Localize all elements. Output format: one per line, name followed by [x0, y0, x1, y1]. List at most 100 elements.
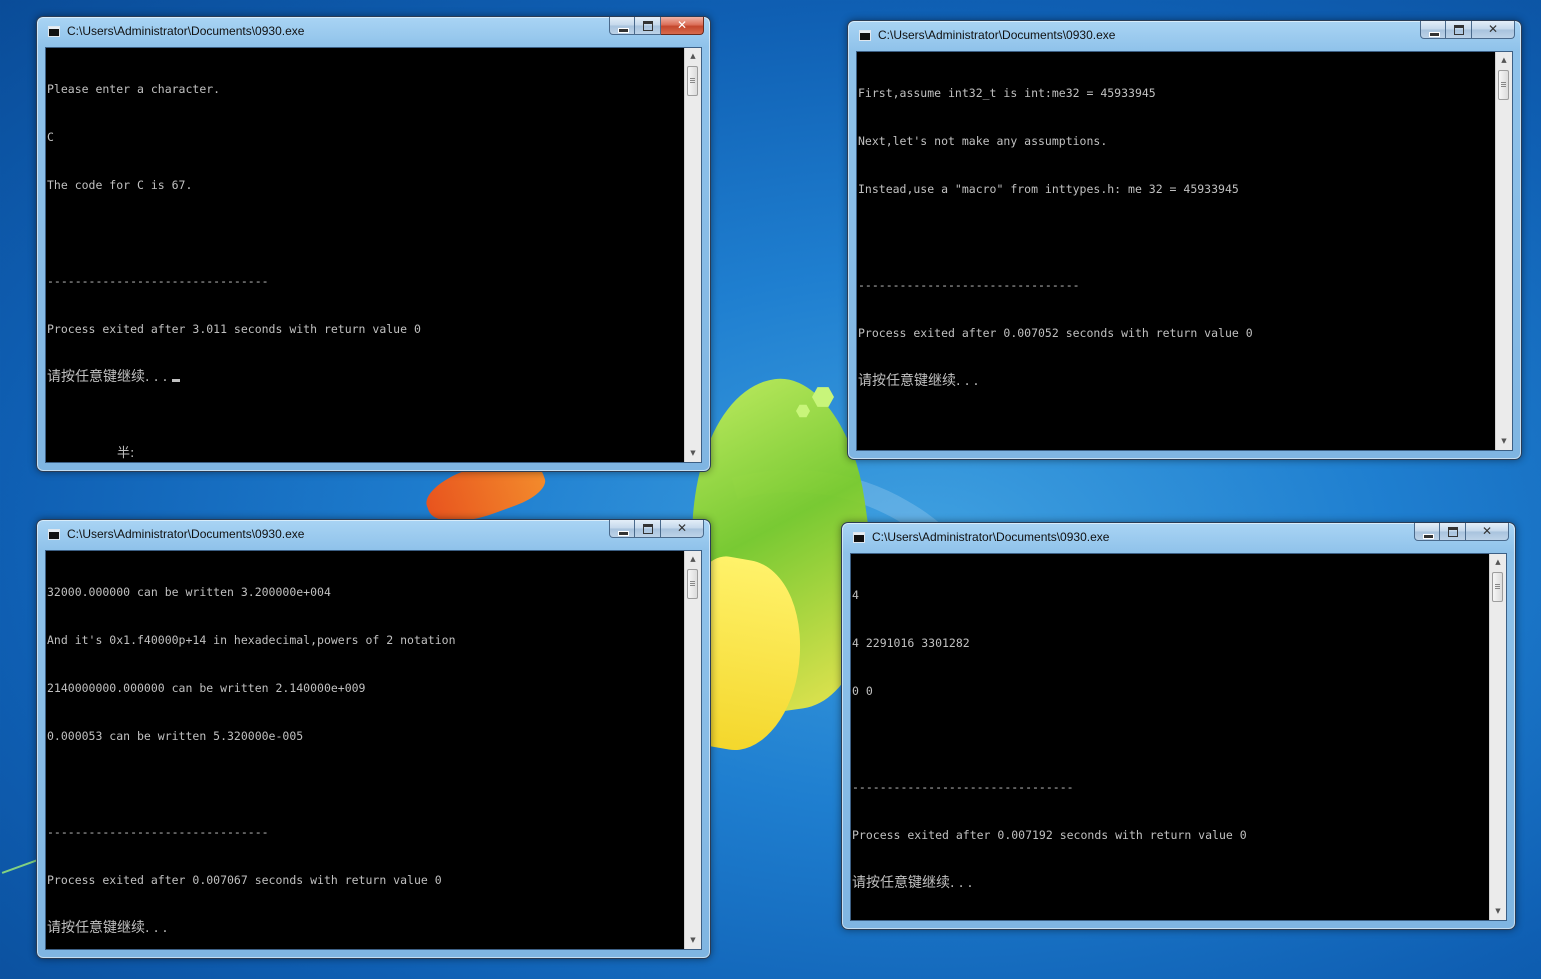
vertical-scrollbar[interactable]: ▲ ▼ [684, 551, 701, 949]
console-window[interactable]: C:\Users\Administrator\Documents\0930.ex… [841, 522, 1516, 930]
title-bar[interactable]: C:\Users\Administrator\Documents\0930.ex… [842, 523, 1515, 553]
console-window[interactable]: C:\Users\Administrator\Documents\0930.ex… [36, 519, 711, 959]
window-title: C:\Users\Administrator\Documents\0930.ex… [872, 530, 1110, 544]
scroll-up-arrow-icon[interactable]: ▲ [685, 48, 701, 65]
maximize-icon [643, 21, 653, 31]
console-window[interactable]: C:\Users\Administrator\Documents\0930.ex… [36, 16, 711, 472]
minimize-button[interactable] [1420, 21, 1446, 39]
console-app-icon[interactable] [48, 26, 60, 37]
maximize-icon [1454, 25, 1464, 35]
console-line: Process exited after 0.007192 seconds wi… [852, 828, 1247, 842]
minimize-icon [618, 28, 629, 33]
window-title: C:\Users\Administrator\Documents\0930.ex… [67, 24, 305, 38]
console-output-area[interactable]: First,assume int32_t is int:me32 = 45933… [856, 51, 1513, 451]
maximize-icon [643, 524, 653, 534]
console-line: 0 0 [852, 684, 873, 698]
window-controls: ✕ [1414, 523, 1509, 541]
console-line: First,assume int32_t is int:me32 = 45933… [858, 86, 1156, 100]
console-window[interactable]: C:\Users\Administrator\Documents\0930.ex… [847, 20, 1522, 460]
console-output-area[interactable]: Please enter a character. C The code for… [45, 47, 702, 463]
vertical-scrollbar[interactable]: ▲ ▼ [1495, 52, 1512, 450]
console-line: Instead,use a "macro" from inttypes.h: m… [858, 182, 1239, 196]
scroll-down-arrow-icon[interactable]: ▼ [1496, 433, 1512, 450]
console-output-area[interactable]: 4 4 2291016 3301282 0 0 ----------------… [850, 553, 1507, 921]
scroll-down-arrow-icon[interactable]: ▼ [685, 445, 701, 462]
scroll-down-arrow-icon[interactable]: ▼ [1490, 903, 1506, 920]
scroll-thumb[interactable] [687, 569, 698, 599]
window-controls: ✕ [1420, 21, 1515, 39]
console-line: Process exited after 0.007052 seconds wi… [858, 326, 1253, 340]
console-separator: -------------------------------- [47, 825, 269, 839]
maximize-button[interactable] [1440, 523, 1466, 541]
scroll-thumb[interactable] [1492, 572, 1503, 602]
wallpaper-hexagon [796, 404, 810, 418]
window-title: C:\Users\Administrator\Documents\0930.ex… [67, 527, 305, 541]
window-controls: ✕ [609, 17, 704, 35]
minimize-button[interactable] [609, 17, 635, 35]
console-line: 2140000000.000000 can be written 2.14000… [47, 681, 366, 695]
maximize-button[interactable] [635, 17, 661, 35]
minimize-icon [618, 531, 629, 536]
scroll-thumb[interactable] [687, 66, 698, 96]
continue-prompt: 请按任意键继续. . . [852, 875, 973, 891]
console-output-area[interactable]: 32000.000000 can be written 3.200000e+00… [45, 550, 702, 950]
continue-prompt: 请按任意键继续. . . [47, 920, 168, 936]
close-button[interactable]: ✕ [661, 17, 704, 35]
console-app-icon[interactable] [48, 529, 60, 540]
vertical-scrollbar[interactable]: ▲ ▼ [1489, 554, 1506, 920]
maximize-button[interactable] [635, 520, 661, 538]
console-prompt-line: 请按任意键继续. . . [47, 369, 684, 385]
console-line: And it's 0x1.f40000p+14 in hexadecimal,p… [47, 633, 456, 647]
maximize-button[interactable] [1446, 21, 1472, 39]
console-line: Process exited after 3.011 seconds with … [47, 322, 421, 336]
console-line: C [47, 130, 54, 144]
console-separator: -------------------------------- [852, 780, 1074, 794]
continue-prompt: 请按任意键继续. . . [47, 369, 172, 385]
console-app-icon[interactable] [853, 532, 865, 543]
vertical-scrollbar[interactable]: ▲ ▼ [684, 48, 701, 462]
minimize-icon [1429, 32, 1440, 37]
maximize-icon [1448, 527, 1458, 537]
close-icon: ✕ [1481, 524, 1493, 538]
console-text: 4 4 2291016 3301282 0 0 ----------------… [851, 554, 1489, 920]
title-bar[interactable]: C:\Users\Administrator\Documents\0930.ex… [37, 520, 710, 550]
ime-indicator: 半: [117, 446, 135, 461]
console-line: 32000.000000 can be written 3.200000e+00… [47, 585, 331, 599]
console-separator: -------------------------------- [858, 278, 1080, 292]
title-bar[interactable]: C:\Users\Administrator\Documents\0930.ex… [848, 21, 1521, 51]
minimize-icon [1423, 534, 1434, 539]
scroll-up-arrow-icon[interactable]: ▲ [1496, 52, 1512, 69]
continue-prompt: 请按任意键继续. . . [858, 373, 979, 389]
scroll-up-arrow-icon[interactable]: ▲ [685, 551, 701, 568]
close-icon: ✕ [676, 18, 688, 32]
console-line: Process exited after 0.007067 seconds wi… [47, 873, 442, 887]
console-text: 32000.000000 can be written 3.200000e+00… [46, 551, 684, 949]
console-separator: -------------------------------- [47, 274, 269, 288]
title-bar[interactable]: C:\Users\Administrator\Documents\0930.ex… [37, 17, 710, 47]
close-button[interactable]: ✕ [1466, 523, 1509, 541]
close-icon: ✕ [1487, 22, 1499, 36]
console-line: 4 [852, 588, 859, 602]
console-line: Next,let's not make any assumptions. [858, 134, 1108, 148]
scroll-up-arrow-icon[interactable]: ▲ [1490, 554, 1506, 571]
minimize-button[interactable] [1414, 523, 1440, 541]
minimize-button[interactable] [609, 520, 635, 538]
window-title: C:\Users\Administrator\Documents\0930.ex… [878, 28, 1116, 42]
console-line: 4 2291016 3301282 [852, 636, 970, 650]
close-button[interactable]: ✕ [661, 520, 704, 538]
wallpaper-hexagon [812, 387, 834, 407]
window-controls: ✕ [609, 520, 704, 538]
console-app-icon[interactable] [859, 30, 871, 41]
console-line: The code for C is 67. [47, 178, 193, 192]
close-icon: ✕ [676, 521, 688, 535]
console-line: 0.000053 can be written 5.320000e-005 [47, 729, 304, 743]
console-text: First,assume int32_t is int:me32 = 45933… [857, 52, 1495, 450]
scroll-down-arrow-icon[interactable]: ▼ [685, 932, 701, 949]
scroll-thumb[interactable] [1498, 70, 1509, 100]
console-line: Please enter a character. [47, 82, 221, 96]
close-button[interactable]: ✕ [1472, 21, 1515, 39]
